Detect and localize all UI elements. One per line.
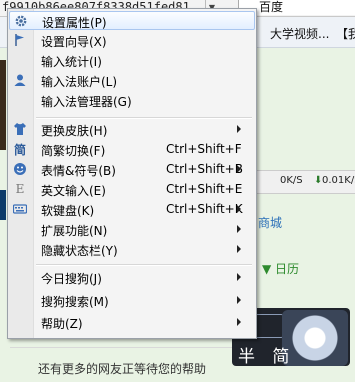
menu-item-shortcut: Ctrl+Shift+F: [166, 142, 242, 156]
letter-e-icon: E: [15, 182, 25, 196]
menu-item-settings[interactable]: 设置属性(P): [9, 11, 255, 30]
ime-mode-label[interactable]: 半 简: [238, 342, 295, 366]
menu-item-extensions[interactable]: 扩展功能(N): [9, 220, 255, 239]
submenu-arrow-icon: [237, 165, 241, 173]
menu-item-change-skin[interactable]: 更换皮肤(H): [9, 120, 255, 139]
menu-item-simplified-traditional[interactable]: 简 简繁切换(F) Ctrl+Shift+F: [9, 140, 255, 159]
menu-item-label: 搜狗搜索(M): [41, 295, 109, 309]
menu-item-label: 今日搜狗(J): [41, 272, 102, 286]
menu-item-label: 输入统计(I): [41, 55, 102, 69]
gear-icon: [13, 13, 29, 29]
help-prompt-text: 还有更多的网友正等待您的帮助: [38, 362, 207, 376]
submenu-arrow-icon: [237, 296, 241, 304]
bookmark-item[interactable]: 大学视频...: [270, 25, 329, 42]
menu-item-label: 输入法管理器(G): [41, 95, 132, 109]
menu-item-label: 更换皮肤(H): [41, 124, 108, 138]
calendar-toggle[interactable]: ▼ 日历: [262, 260, 299, 277]
menu-item-label: 扩展功能(N): [41, 224, 108, 238]
submenu-arrow-icon: [237, 245, 241, 253]
menu-item-label: 英文输入(E): [41, 184, 106, 198]
page-edge-decoration: [0, 190, 6, 220]
menu-item-today-sogou[interactable]: 今日搜狗(J): [9, 268, 255, 287]
mall-link[interactable]: 商城: [258, 214, 282, 231]
menu-item-hide-status-bar[interactable]: 隐藏状态栏(Y): [9, 240, 255, 259]
network-speed-bar: 0K/S ⬇ 0.01K/S: [256, 170, 355, 194]
keyboard-icon: [12, 201, 28, 217]
divider: [10, 347, 250, 348]
menu-item-shortcut: Ctrl+Shift+B: [166, 162, 243, 176]
menu-separator: [36, 264, 252, 266]
user-icon: [12, 72, 28, 88]
upload-speed: 0K/S: [280, 175, 303, 186]
menu-item-emoji-symbols[interactable]: 表情&符号(B) Ctrl+Shift+B: [9, 160, 255, 179]
menu-item-shortcut: Ctrl+Shift+K: [166, 202, 243, 216]
menu-item-ime-manager[interactable]: 输入法管理器(G): [9, 91, 255, 110]
menu-item-label: 设置向导(X): [41, 35, 107, 49]
bookmark-item[interactable]: 【我: [336, 25, 355, 42]
menu-item-label: 软键盘(K): [41, 204, 95, 218]
calendar-label: 日历: [275, 262, 300, 276]
menu-item-english-input[interactable]: E 英文输入(E) Ctrl+Shift+E: [9, 180, 255, 199]
submenu-arrow-icon: [237, 205, 241, 213]
menu-item-label: 表情&符号(B): [41, 164, 116, 178]
menu-item-label: 隐藏状态栏(Y): [41, 244, 118, 258]
download-speed: 0.01K/S: [322, 175, 355, 186]
menu-item-sogou-search[interactable]: 搜狗搜索(M): [9, 291, 255, 310]
menu-item-label: 输入法账户(L): [41, 75, 118, 89]
flag-icon: [12, 32, 28, 48]
submenu-arrow-icon: [237, 125, 241, 133]
menu-item-label: 简繁切换(F): [41, 144, 106, 158]
triangle-down-icon: ▼: [262, 262, 276, 276]
shirt-icon: [12, 121, 28, 137]
menu-item-setup-wizard[interactable]: 设置向导(X): [9, 31, 255, 50]
smiley-icon: [12, 161, 28, 177]
ime-context-menu: 设置属性(P) 设置向导(X) 输入统计(I) 输入法账户(L) 输入法管理器(…: [7, 8, 257, 339]
menu-item-label: 设置属性(P): [42, 16, 107, 30]
menu-item-shortcut: Ctrl+Shift+E: [166, 182, 243, 196]
menu-item-soft-keyboard[interactable]: 软键盘(K) Ctrl+Shift+K: [9, 200, 255, 219]
simplified-char-icon: 简: [13, 142, 26, 157]
submenu-arrow-icon: [237, 273, 241, 281]
menu-separator: [36, 117, 252, 119]
submenu-arrow-icon: [237, 318, 241, 326]
menu-item-ime-account[interactable]: 输入法账户(L): [9, 71, 255, 90]
menu-item-label: 帮助(Z): [41, 317, 83, 331]
submenu-arrow-icon: [237, 225, 241, 233]
menu-item-input-stats[interactable]: 输入统计(I): [9, 51, 255, 70]
menu-item-help[interactable]: 帮助(Z): [9, 313, 255, 332]
page-edge-decoration: [0, 60, 6, 150]
